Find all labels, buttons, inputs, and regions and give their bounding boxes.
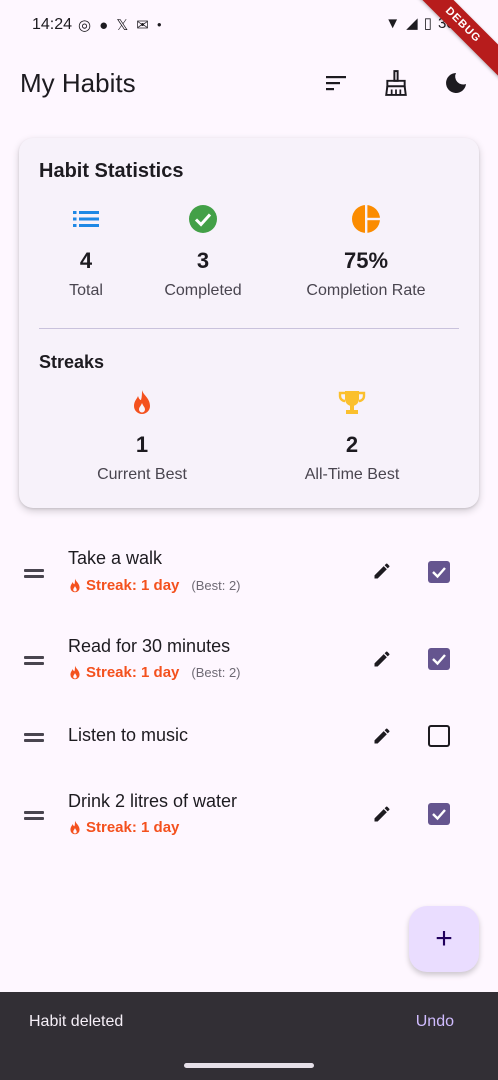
- streak-line: Streak: 1 day: [68, 819, 179, 836]
- edit-icon[interactable]: [368, 800, 396, 828]
- add-icon: +: [435, 922, 453, 955]
- habit-name: Drink 2 litres of water: [68, 791, 238, 811]
- drag-handle-icon[interactable]: [24, 809, 44, 821]
- drag-handle-icon[interactable]: [24, 567, 44, 579]
- check-circle-icon: [153, 204, 253, 234]
- fire-icon: [70, 820, 80, 834]
- stat-current-best: 1 Current Best: [82, 388, 202, 484]
- streaks-title: Streaks: [39, 352, 105, 372]
- habit-checkbox[interactable]: [428, 725, 450, 747]
- stat-completion-rate-label: Completion Rate: [306, 282, 426, 299]
- notification-icons: ◎ ● 𝕏 ✉ ●: [78, 18, 162, 33]
- stat-total: 4 Total: [46, 204, 126, 300]
- fire-icon: [70, 665, 80, 679]
- trophy-icon: [282, 388, 422, 418]
- mail-icon: ✉: [136, 16, 149, 34]
- app-bar-actions: [316, 63, 476, 103]
- snackbar: Habit deleted Undo: [0, 992, 498, 1080]
- habit-row[interactable]: Drink 2 litres of water Streak: 1 day: [0, 779, 498, 849]
- wifi-icon: ▼: [385, 14, 401, 32]
- fire-icon: [70, 578, 80, 592]
- edit-icon[interactable]: [368, 722, 396, 750]
- streak-line: Streak: 1 day (Best: 2): [68, 664, 241, 681]
- stat-total-value: 4: [79, 248, 93, 273]
- sort-icon[interactable]: [316, 63, 356, 103]
- stat-all-time-best-value: 2: [345, 432, 359, 457]
- best-text: (Best: 2): [191, 665, 241, 680]
- habit-checkbox[interactable]: [428, 648, 450, 670]
- battery-icon: ▯: [423, 15, 432, 32]
- habit-checkbox[interactable]: [428, 561, 450, 583]
- undo-button[interactable]: Undo: [416, 1013, 454, 1031]
- home-indicator[interactable]: [184, 1063, 314, 1068]
- fire-icon: [82, 388, 202, 418]
- habit-checkbox[interactable]: [428, 803, 450, 825]
- habit-name: Listen to music: [68, 725, 189, 745]
- streak-line: Streak: 1 day (Best: 2): [68, 577, 241, 594]
- drag-handle-icon[interactable]: [24, 654, 44, 666]
- stat-all-time-best-label: All-Time Best: [304, 466, 400, 483]
- snackbar-message: Habit deleted: [29, 1013, 124, 1030]
- streak-text: Streak: 1 day: [86, 819, 180, 836]
- streak-text: Streak: 1 day: [86, 664, 180, 681]
- stat-current-best-value: 1: [135, 432, 149, 457]
- best-text: (Best: 2): [191, 578, 241, 593]
- status-time: 14:24: [32, 16, 73, 33]
- streak-text: Streak: 1 day: [86, 577, 180, 594]
- dark-mode-icon[interactable]: [436, 63, 476, 103]
- stat-completed-value: 3: [196, 248, 210, 273]
- habit-row[interactable]: Take a walk Streak: 1 day (Best: 2): [0, 537, 498, 607]
- habit-name: Read for 30 minutes: [68, 636, 231, 656]
- habit-row[interactable]: Listen to music: [0, 701, 498, 771]
- signal-icon: ◢: [406, 15, 418, 32]
- page-title: My Habits: [20, 67, 136, 98]
- list-icon: [46, 204, 126, 234]
- drag-handle-icon[interactable]: [24, 731, 44, 743]
- x-icon: 𝕏: [116, 16, 129, 34]
- stat-all-time-best: 2 All-Time Best: [282, 388, 422, 484]
- stat-completed-label: Completed: [164, 282, 242, 299]
- statistics-title: Habit Statistics: [39, 160, 184, 182]
- stat-completion-rate: 75% Completion Rate: [291, 204, 441, 300]
- habit-statistics-card: Habit Statistics 4 Total 3 Completed 75%…: [19, 138, 479, 508]
- chat-icon: ●: [99, 16, 109, 34]
- edit-icon[interactable]: [368, 557, 396, 585]
- stat-completed: 3 Completed: [153, 204, 253, 300]
- edit-icon[interactable]: [368, 645, 396, 673]
- cleaning-brush-icon[interactable]: [376, 63, 416, 103]
- habit-row[interactable]: Read for 30 minutes Streak: 1 day (Best:…: [0, 624, 498, 694]
- divider: [39, 328, 459, 329]
- app-bar: My Habits: [0, 50, 498, 116]
- whatsapp-icon: ◎: [78, 16, 92, 34]
- stat-total-label: Total: [69, 282, 103, 299]
- stat-current-best-label: Current Best: [97, 466, 187, 483]
- habit-name: Take a walk: [68, 548, 163, 568]
- pie-chart-icon: [291, 204, 441, 234]
- add-habit-button[interactable]: +: [409, 906, 479, 972]
- dot-icon: ●: [156, 20, 162, 29]
- stat-completion-rate-value: 75%: [343, 248, 389, 273]
- status-bar: 14:24 ◎ ● 𝕏 ✉ ● ▼ ◢ ▯ 30% DEBUG: [0, 0, 498, 79]
